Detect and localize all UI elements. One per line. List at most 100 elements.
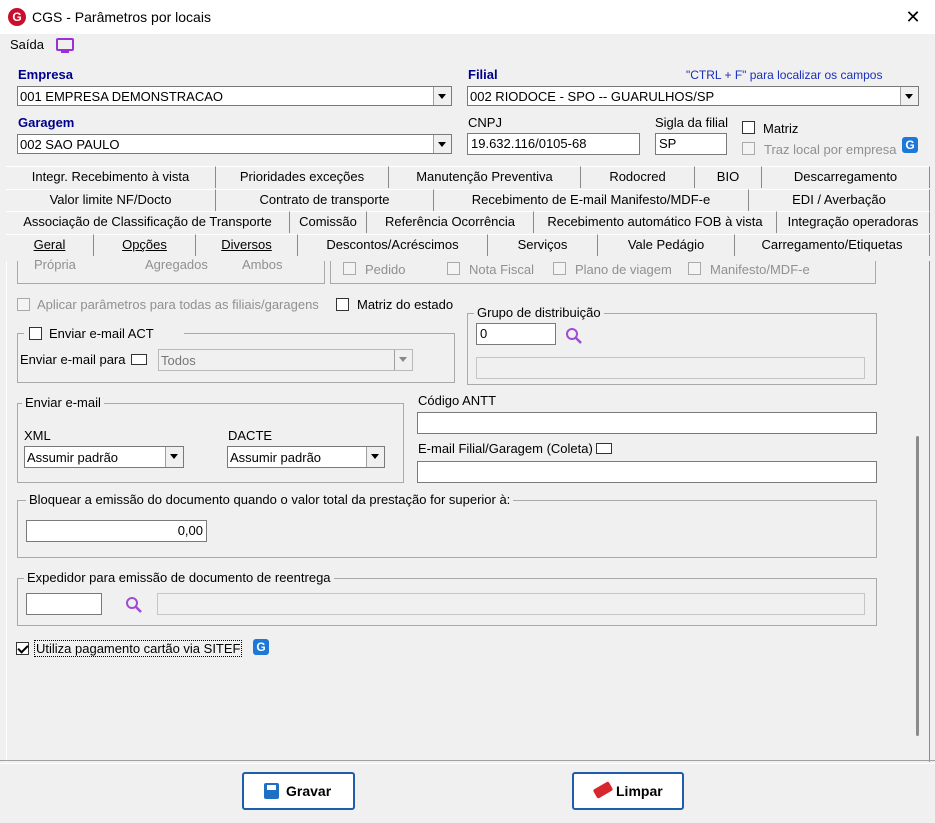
monitor-icon-stand [61,51,69,53]
gravar-label: Gravar [286,783,332,799]
tab-row-3: Associação de Classificação de Transport… [6,211,930,233]
tab-integr-recebimento[interactable]: Integr. Recebimento à vista [6,166,216,188]
tab-diversos-label: Diversos [221,237,272,252]
tab-geral-label: Geral [33,237,66,252]
window-title: CGS - Parâmetros por locais [32,9,211,25]
xml-label: XML [24,428,51,443]
tab-geral[interactable]: Geral [6,234,94,256]
dacte-select[interactable]: Assumir padrão [227,446,385,468]
grupo-distribuicao-title: Grupo de distribuição [474,305,604,320]
scroll-mask [0,256,935,261]
nota-fiscal-label: Nota Fiscal [469,262,535,277]
pedido-checkbox[interactable] [343,262,356,275]
dacte-label: DACTE [228,428,273,443]
limpar-button[interactable]: Limpar [572,772,684,810]
enviar-email-group: Enviar e-mail [17,395,404,483]
nota-fiscal-checkbox[interactable] [447,262,460,275]
bloquear-value-field[interactable]: 0,00 [26,520,207,542]
matriz-estado-checkbox[interactable] [336,298,349,311]
chevron-down-icon[interactable] [433,87,451,105]
enviar-act-checkbox[interactable] [29,327,42,340]
cnpj-label: CNPJ [468,115,502,130]
grupo-description-field[interactable] [476,357,865,379]
expedidor-title: Expedidor para emissão de documento de r… [24,570,334,585]
tab-recebimento-fob[interactable]: Recebimento automático FOB à vista [534,211,777,233]
garagem-value: 002 SAO PAULO [20,137,120,152]
plano-viagem-label: Plano de viagem [575,262,672,277]
search-icon[interactable] [565,327,583,345]
tab-valor-limite[interactable]: Valor limite NF/Docto [6,189,216,211]
chevron-down-icon[interactable] [433,135,451,153]
tab-referencia[interactable]: Referência Ocorrência [367,211,534,233]
chevron-down-icon[interactable] [366,447,384,467]
xml-select[interactable]: Assumir padrão [24,446,184,468]
radio-propria[interactable]: Própria [34,257,76,272]
monitor-icon[interactable] [56,38,74,51]
garagem-select[interactable]: 002 SAO PAULO [17,134,452,154]
tab-diversos[interactable]: Diversos [196,234,298,256]
chevron-down-icon[interactable] [394,350,412,370]
tab-descarregamento[interactable]: Descarregamento [762,166,930,188]
empresa-value: 001 EMPRESA DEMONSTRACAO [20,89,223,104]
traz-local-checkbox[interactable] [742,142,755,155]
enviar-act-label: Enviar e-mail ACT [49,326,154,341]
sitef-checkbox[interactable] [16,642,29,655]
tab-servicos[interactable]: Serviços [488,234,598,256]
manifesto-checkbox[interactable] [688,262,701,275]
tab-bio[interactable]: BIO [695,166,762,188]
tab-carregamento[interactable]: Carregamento/Etiquetas [735,234,930,256]
enviar-email-title: Enviar e-mail [22,395,104,410]
radio-ambos[interactable]: Ambos [242,257,282,272]
empresa-select[interactable]: 001 EMPRESA DEMONSTRACAO [17,86,452,106]
tab-opcoes[interactable]: Opções [94,234,196,256]
enviar-para-label: Enviar e-mail para [20,352,126,367]
tab-row-4: Geral Opções Diversos Descontos/Acréscim… [6,234,930,256]
tab-contrato[interactable]: Contrato de transporte [216,189,434,211]
search-icon[interactable] [125,596,143,614]
sigla-label: Sigla da filial [655,115,728,130]
matriz-estado-label: Matriz do estado [357,297,454,312]
aplicar-checkbox[interactable] [17,298,30,311]
tab-associacao[interactable]: Associação de Classificação de Transport… [6,211,290,233]
sitef-label: Utiliza pagamento cartão via SITEF [34,640,243,657]
tab-manutencao[interactable]: Manutenção Preventiva [389,166,581,188]
email-filial-field[interactable] [417,461,877,483]
envelope-icon [131,354,147,365]
gravar-button[interactable]: Gravar [242,772,355,810]
plano-viagem-checkbox[interactable] [553,262,566,275]
pedido-label: Pedido [365,262,406,277]
enviar-para-select[interactable]: Todos [158,349,413,371]
tab-comissao[interactable]: Comissão [290,211,367,233]
antt-field[interactable] [417,412,877,434]
tab-descontos[interactable]: Descontos/Acréscimos [298,234,488,256]
envelope-icon [596,443,612,454]
sigla-field[interactable]: SP [655,133,727,155]
expedidor-description-field[interactable] [157,593,865,615]
radio-agregados[interactable]: Agregados [145,257,208,272]
expedidor-code-field[interactable] [26,593,102,615]
cnpj-field[interactable]: 19.632.116/0105-68 [467,133,640,155]
tab-integracao[interactable]: Integração operadoras [777,211,930,233]
chevron-down-icon[interactable] [900,87,918,105]
limpar-label: Limpar [616,783,663,799]
chevron-down-icon[interactable] [165,447,183,467]
empresa-label: Empresa [18,67,73,82]
g-info-icon[interactable]: G [902,137,918,153]
close-icon[interactable]: ✕ [900,6,926,28]
tab-rodocred[interactable]: Rodocred [581,166,695,188]
filial-select[interactable]: 002 RIODOCE - SPO -- GUARULHOS/SP [467,86,919,106]
matriz-checkbox[interactable] [742,121,755,134]
traz-local-label: Traz local por empresa [764,142,897,157]
grupo-code-field[interactable]: 0 [476,323,556,345]
matriz-label: Matriz [763,121,799,136]
exit-menu-item[interactable]: Saída [10,37,44,52]
tab-edi[interactable]: EDI / Averbação [749,189,930,211]
g-info-icon[interactable]: G [253,639,269,655]
scrollbar-thumb[interactable] [916,436,919,736]
antt-label: Código ANTT [418,393,497,408]
tab-vale-pedagio[interactable]: Vale Pedágio [598,234,735,256]
manifesto-label: Manifesto/MDF-e [710,262,810,277]
footer-divider [0,760,935,764]
tab-recebimento-email[interactable]: Recebimento de E-mail Manifesto/MDF-e [434,189,749,211]
tab-prioridades[interactable]: Prioridades exceções [216,166,389,188]
